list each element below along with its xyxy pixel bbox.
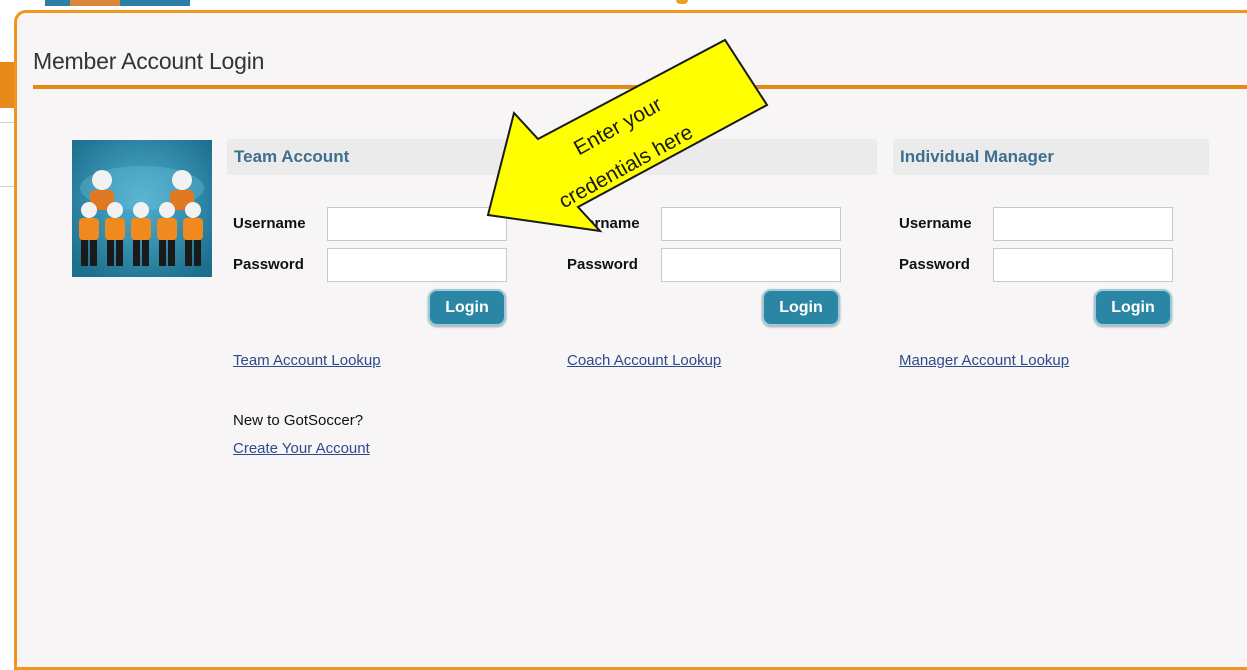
- background-divider: [0, 122, 14, 123]
- manager-password-input[interactable]: [993, 248, 1173, 282]
- team-username-input[interactable]: [327, 207, 507, 241]
- coach-login-button[interactable]: Login: [762, 289, 840, 326]
- password-label: Password: [899, 256, 970, 273]
- create-account-link[interactable]: Create Your Account: [233, 440, 370, 457]
- member-login-modal: Member Account Login Team Account Userna…: [14, 10, 1247, 670]
- background-left-accent: [0, 62, 14, 108]
- individual-manager-header: Individual Manager: [893, 139, 1209, 175]
- coach-password-row: Password: [567, 248, 867, 282]
- team-account-header: Team Account: [227, 139, 543, 175]
- coach-username-row: Username: [567, 207, 867, 241]
- modal-title: Member Account Login: [33, 48, 265, 74]
- manager-login-button[interactable]: Login: [1094, 289, 1172, 326]
- manager-account-column: Individual Manager Username Password Log…: [893, 139, 1209, 369]
- username-label: Username: [899, 215, 972, 232]
- username-label: Username: [567, 215, 640, 232]
- title-divider: [33, 85, 1247, 89]
- coach-username-input[interactable]: [661, 207, 841, 241]
- password-label: Password: [567, 256, 638, 273]
- team-password-input[interactable]: [327, 248, 507, 282]
- coach-password-input[interactable]: [661, 248, 841, 282]
- team-login-button[interactable]: Login: [428, 289, 506, 326]
- coach-header: Coach: [561, 139, 877, 175]
- signup-prompt: New to GotSoccer?: [233, 412, 364, 429]
- team-players-icon: [72, 140, 212, 277]
- manager-password-row: Password: [899, 248, 1199, 282]
- coach-account-lookup-link[interactable]: Coach Account Lookup: [567, 352, 721, 369]
- manager-username-input[interactable]: [993, 207, 1173, 241]
- team-account-lookup-link[interactable]: Team Account Lookup: [233, 352, 381, 369]
- manager-username-row: Username: [899, 207, 1199, 241]
- background-divider: [0, 186, 14, 187]
- password-label: Password: [233, 256, 304, 273]
- team-account-column: Team Account Username Password Login Tea…: [227, 139, 543, 369]
- team-password-row: Password: [233, 248, 533, 282]
- team-username-row: Username: [233, 207, 533, 241]
- coach-account-column: Coach Username Password Login Coach Acco…: [561, 139, 877, 369]
- background-image-fragment-2: [70, 0, 120, 6]
- manager-account-lookup-link[interactable]: Manager Account Lookup: [899, 352, 1069, 369]
- username-label: Username: [233, 215, 306, 232]
